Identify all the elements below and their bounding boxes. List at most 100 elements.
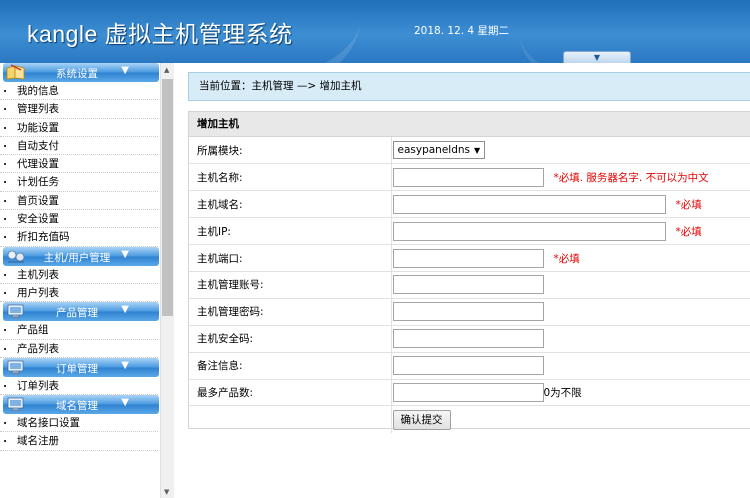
sidebar-item[interactable]: 代理设置: [0, 155, 158, 173]
module-select[interactable]: easypaneldns▼: [393, 141, 486, 159]
form-row: 主机域名: *必填: [189, 191, 750, 218]
sidebar-item[interactable]: 安全设置: [0, 210, 158, 228]
chevron-down-icon[interactable]: ▼: [121, 360, 129, 371]
sidebar-section-header[interactable]: 域名管理▼: [3, 395, 159, 414]
field-label: 主机IP:: [189, 218, 391, 245]
field-hint: 0为不限: [544, 387, 582, 399]
field-cell: [391, 271, 750, 298]
sidebar-section-header[interactable]: 系统设置▼: [3, 63, 159, 82]
sidebar-item-label: 安全设置: [9, 213, 59, 225]
collapse-header-button[interactable]: ▼: [563, 51, 631, 63]
submit-cell: 确认提交: [391, 406, 750, 433]
field-label: 主机端口:: [189, 245, 391, 272]
field-cell: [391, 325, 750, 352]
sidebar-item-label: 产品列表: [9, 343, 59, 355]
field-cell: *必填: [391, 218, 750, 245]
sidebar-item-label: 折扣充值码: [9, 231, 70, 243]
sidebar-item[interactable]: 折扣充值码: [0, 228, 158, 246]
text-input[interactable]: [393, 275, 544, 294]
field-label: 备注信息:: [189, 352, 391, 379]
sidebar-item[interactable]: 我的信息: [0, 82, 158, 100]
scroll-up-icon[interactable]: ▲: [164, 66, 169, 74]
add-host-form: 所属模块:easypaneldns▼主机名称: *必填. 服务器名字. 不可以为中…: [189, 137, 750, 433]
sidebar-item-label: 我的信息: [9, 85, 59, 97]
text-input[interactable]: [393, 222, 666, 241]
chevron-down-icon[interactable]: ▼: [121, 304, 129, 315]
sidebar-item[interactable]: 首页设置: [0, 192, 158, 210]
triangle-down-icon: ▼: [594, 53, 600, 62]
required-hint: *必填. 服务器名字. 不可以为中文: [554, 172, 709, 184]
chevron-down-icon[interactable]: ▼: [121, 65, 129, 76]
sidebar-section-header[interactable]: 主机/用户管理▼: [3, 247, 159, 266]
text-input[interactable]: [393, 383, 544, 402]
field-cell: 0为不限: [391, 379, 750, 406]
sidebar: 系统设置▼ 我的信息管理列表功能设置自动支付代理设置计划任务首页设置安全设置折扣充…: [0, 63, 174, 498]
sidebar-item-label: 功能设置: [9, 122, 59, 134]
text-input[interactable]: [393, 302, 544, 321]
submit-row: 确认提交: [189, 406, 750, 433]
form-row: 主机IP:*必填: [189, 218, 750, 245]
app-header: kangle 虚拟主机管理系统 2018. 12. 4 星期二 ▼: [0, 0, 750, 63]
text-input[interactable]: [393, 356, 544, 375]
sidebar-menu: 系统设置▼ 我的信息管理列表功能设置自动支付代理设置计划任务首页设置安全设置折扣充…: [0, 63, 160, 451]
sidebar-item-label: 主机列表: [9, 269, 59, 281]
text-input[interactable]: [393, 249, 544, 268]
sidebar-item[interactable]: 域名接口设置: [0, 414, 158, 432]
required-hint: *必填: [554, 253, 580, 265]
text-input[interactable]: [393, 168, 544, 187]
sidebar-item-label: 域名注册: [9, 435, 59, 447]
chevron-down-icon[interactable]: ▼: [121, 397, 129, 408]
field-cell: easypaneldns▼: [391, 137, 750, 164]
field-label: 所属模块:: [189, 137, 391, 164]
field-label: 最多产品数:: [189, 379, 391, 406]
form-row: 主机安全码:: [189, 325, 750, 352]
form-row: 主机名称: *必填. 服务器名字. 不可以为中文: [189, 164, 750, 191]
sidebar-item[interactable]: 功能设置: [0, 119, 158, 137]
sidebar-item[interactable]: 产品组: [0, 321, 158, 339]
sidebar-section-header[interactable]: 订单管理▼: [3, 358, 159, 377]
text-input[interactable]: [393, 195, 666, 214]
field-label: 主机管理密码:: [189, 298, 391, 325]
sidebar-item[interactable]: 域名注册: [0, 432, 158, 450]
sidebar-item-label: 用户列表: [9, 287, 59, 299]
text-input[interactable]: [393, 329, 544, 348]
field-cell: [391, 352, 750, 379]
sidebar-item-label: 产品组: [9, 324, 49, 336]
sidebar-scrollbar[interactable]: ▲ ▼: [160, 63, 174, 498]
form-row: 主机管理账号:: [189, 271, 750, 298]
required-hint: *必填: [676, 199, 702, 211]
sidebar-item[interactable]: 计划任务: [0, 173, 158, 191]
field-cell: *必填: [391, 245, 750, 272]
form-row: 所属模块:easypaneldns▼: [189, 137, 750, 164]
field-cell: *必填: [391, 191, 750, 218]
sidebar-item[interactable]: 主机列表: [0, 266, 158, 284]
scroll-down-icon[interactable]: ▼: [164, 488, 169, 496]
select-value: easypaneldns: [398, 144, 471, 156]
sidebar-item[interactable]: 用户列表: [0, 284, 158, 302]
breadcrumb: 当前位置：主机管理 —> 增加主机: [188, 72, 750, 101]
form-row: 最多产品数: 0为不限: [189, 379, 750, 406]
form-row: 备注信息:: [189, 352, 750, 379]
field-cell: *必填. 服务器名字. 不可以为中文: [391, 164, 750, 191]
sidebar-item[interactable]: 订单列表: [0, 377, 158, 395]
sidebar-section-header[interactable]: 产品管理▼: [3, 302, 159, 321]
sidebar-item-label: 订单列表: [9, 380, 59, 392]
field-label: 主机域名:: [189, 191, 391, 218]
field-label: 主机名称:: [189, 164, 391, 191]
scroll-thumb[interactable]: [162, 79, 173, 316]
form-row: 主机端口: *必填: [189, 245, 750, 272]
panel-title: 增加主机: [189, 112, 750, 137]
main-content: 当前位置：主机管理 —> 增加主机 增加主机 所属模块:easypaneldns…: [174, 63, 750, 498]
sidebar-item[interactable]: 自动支付: [0, 137, 158, 155]
field-label: 主机管理账号:: [189, 271, 391, 298]
header-decoration: [520, 0, 750, 63]
sidebar-item[interactable]: 产品列表: [0, 340, 158, 358]
sidebar-item-label: 自动支付: [9, 140, 59, 152]
chevron-down-icon[interactable]: ▼: [121, 249, 129, 260]
current-date: 2018. 12. 4 星期二: [414, 23, 509, 38]
form-row: 主机管理密码:: [189, 298, 750, 325]
field-label: 主机安全码:: [189, 325, 391, 352]
app-title: kangle 虚拟主机管理系统: [27, 15, 293, 49]
submit-button[interactable]: 确认提交: [393, 410, 451, 430]
sidebar-item[interactable]: 管理列表: [0, 100, 158, 118]
